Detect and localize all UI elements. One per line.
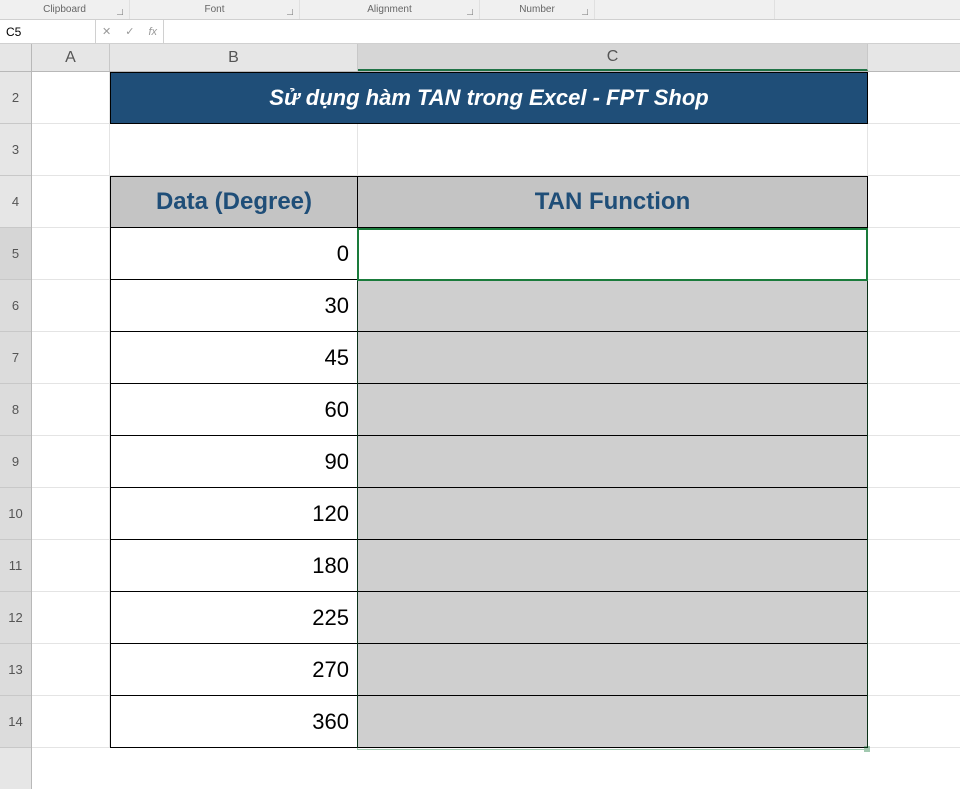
ribbon-group-styles — [595, 0, 775, 19]
cell-a4[interactable] — [32, 176, 110, 227]
cell-degree-7[interactable]: 45 — [110, 332, 358, 384]
row-header-11[interactable]: 11 — [0, 540, 31, 592]
fx-icon[interactable]: fx — [148, 26, 157, 38]
cell-a14[interactable] — [32, 696, 110, 747]
cell-degree-8[interactable]: 60 — [110, 384, 358, 436]
cell-a10[interactable] — [32, 488, 110, 539]
table-row: 120 — [110, 488, 868, 540]
cell-a11[interactable] — [32, 540, 110, 591]
cell-tan-13[interactable] — [358, 644, 868, 696]
cell-degree-10[interactable]: 120 — [110, 488, 358, 540]
cell-degree-6[interactable]: 30 — [110, 280, 358, 332]
select-all-corner[interactable] — [0, 44, 31, 72]
cell-tan-12[interactable] — [358, 592, 868, 644]
cell-tan-14[interactable] — [358, 696, 868, 748]
cell-degree-12[interactable]: 225 — [110, 592, 358, 644]
row-headers: 2 3 4 5 6 7 8 9 10 11 12 13 14 — [0, 44, 32, 789]
cell-tan-5[interactable] — [358, 228, 868, 280]
cell-degree-13[interactable]: 270 — [110, 644, 358, 696]
cell-a9[interactable] — [32, 436, 110, 487]
dialog-launcher-icon[interactable] — [467, 9, 473, 15]
cells-area[interactable]: Sử dụng hàm TAN trong Excel - FPT Shop D… — [32, 72, 960, 789]
table-header-row: Data (Degree) TAN Function — [110, 176, 868, 228]
cancel-icon[interactable]: ✕ — [102, 25, 111, 38]
cell-tan-11[interactable] — [358, 540, 868, 592]
cell-a2[interactable] — [32, 72, 110, 123]
cell-degree-11[interactable]: 180 — [110, 540, 358, 592]
cell-a12[interactable] — [32, 592, 110, 643]
column-header-a[interactable]: A — [32, 44, 110, 71]
table-row: 270 — [110, 644, 868, 696]
cell-a13[interactable] — [32, 644, 110, 695]
ribbon-group-label: Clipboard — [43, 4, 86, 15]
ribbon-group-alignment: Alignment — [300, 0, 480, 19]
cell-tan-6[interactable] — [358, 280, 868, 332]
name-box-wrap: ▾ — [0, 20, 90, 43]
ribbon-group-number: Number — [480, 0, 595, 19]
column-header-b[interactable]: B — [110, 44, 358, 71]
row-header-7[interactable]: 7 — [0, 332, 31, 384]
table-row: 60 — [110, 384, 868, 436]
ribbon-group-label: Alignment — [367, 4, 411, 15]
cell-a5[interactable] — [32, 228, 110, 279]
row-header-5[interactable]: 5 — [0, 228, 31, 280]
cell-a3[interactable] — [32, 124, 110, 175]
spreadsheet-grid: 2 3 4 5 6 7 8 9 10 11 12 13 14 A B C — [0, 44, 960, 789]
formula-bar-buttons: ✕ ✓ fx — [96, 20, 164, 43]
cell-degree-14[interactable]: 360 — [110, 696, 358, 748]
column-headers: A B C — [32, 44, 960, 72]
cell-tan-9[interactable] — [358, 436, 868, 488]
ribbon-group-clipboard: Clipboard — [0, 0, 130, 19]
enter-icon[interactable]: ✓ — [125, 25, 134, 38]
sheet-title[interactable]: Sử dụng hàm TAN trong Excel - FPT Shop — [110, 72, 868, 124]
table-header-degree[interactable]: Data (Degree) — [110, 176, 358, 228]
row-header-14[interactable]: 14 — [0, 696, 31, 748]
cell-c3[interactable] — [358, 124, 868, 175]
row-header-8[interactable]: 8 — [0, 384, 31, 436]
cell-degree-5[interactable]: 0 — [110, 228, 358, 280]
row-header-4[interactable]: 4 — [0, 176, 31, 228]
columns-wrap: A B C Sử dụng hàm TAN trong Excel - FPT … — [32, 44, 960, 789]
ribbon-group-labels: Clipboard Font Alignment Number — [0, 0, 960, 20]
cell-degree-9[interactable]: 90 — [110, 436, 358, 488]
dialog-launcher-icon[interactable] — [582, 9, 588, 15]
ribbon-group-font: Font — [130, 0, 300, 19]
dialog-launcher-icon[interactable] — [287, 9, 293, 15]
table-row: 0 — [110, 228, 868, 280]
table-row: 180 — [110, 540, 868, 592]
table-row: 45 — [110, 332, 868, 384]
row-header-13[interactable]: 13 — [0, 644, 31, 696]
row-header-9[interactable]: 9 — [0, 436, 31, 488]
table-row: 225 — [110, 592, 868, 644]
row-header-12[interactable]: 12 — [0, 592, 31, 644]
row-header-2[interactable]: 2 — [0, 72, 31, 124]
table-row: 360 — [110, 696, 868, 748]
row-header-3[interactable]: 3 — [0, 124, 31, 176]
cell-a8[interactable] — [32, 384, 110, 435]
ribbon-group-label: Font — [204, 4, 224, 15]
table-row: 30 — [110, 280, 868, 332]
cell-tan-8[interactable] — [358, 384, 868, 436]
cell-a6[interactable] — [32, 280, 110, 331]
ribbon-group-label: Number — [519, 4, 555, 15]
cell-tan-10[interactable] — [358, 488, 868, 540]
formula-input[interactable] — [164, 20, 960, 43]
cell-a7[interactable] — [32, 332, 110, 383]
formula-bar-row: ▾ ✕ ✓ fx — [0, 20, 960, 44]
cell-tan-7[interactable] — [358, 332, 868, 384]
table-header-tan[interactable]: TAN Function — [358, 176, 868, 228]
cell-b3[interactable] — [110, 124, 358, 175]
column-header-c[interactable]: C — [358, 44, 868, 71]
row-header-10[interactable]: 10 — [0, 488, 31, 540]
row-header-6[interactable]: 6 — [0, 280, 31, 332]
table-row: 90 — [110, 436, 868, 488]
dialog-launcher-icon[interactable] — [117, 9, 123, 15]
